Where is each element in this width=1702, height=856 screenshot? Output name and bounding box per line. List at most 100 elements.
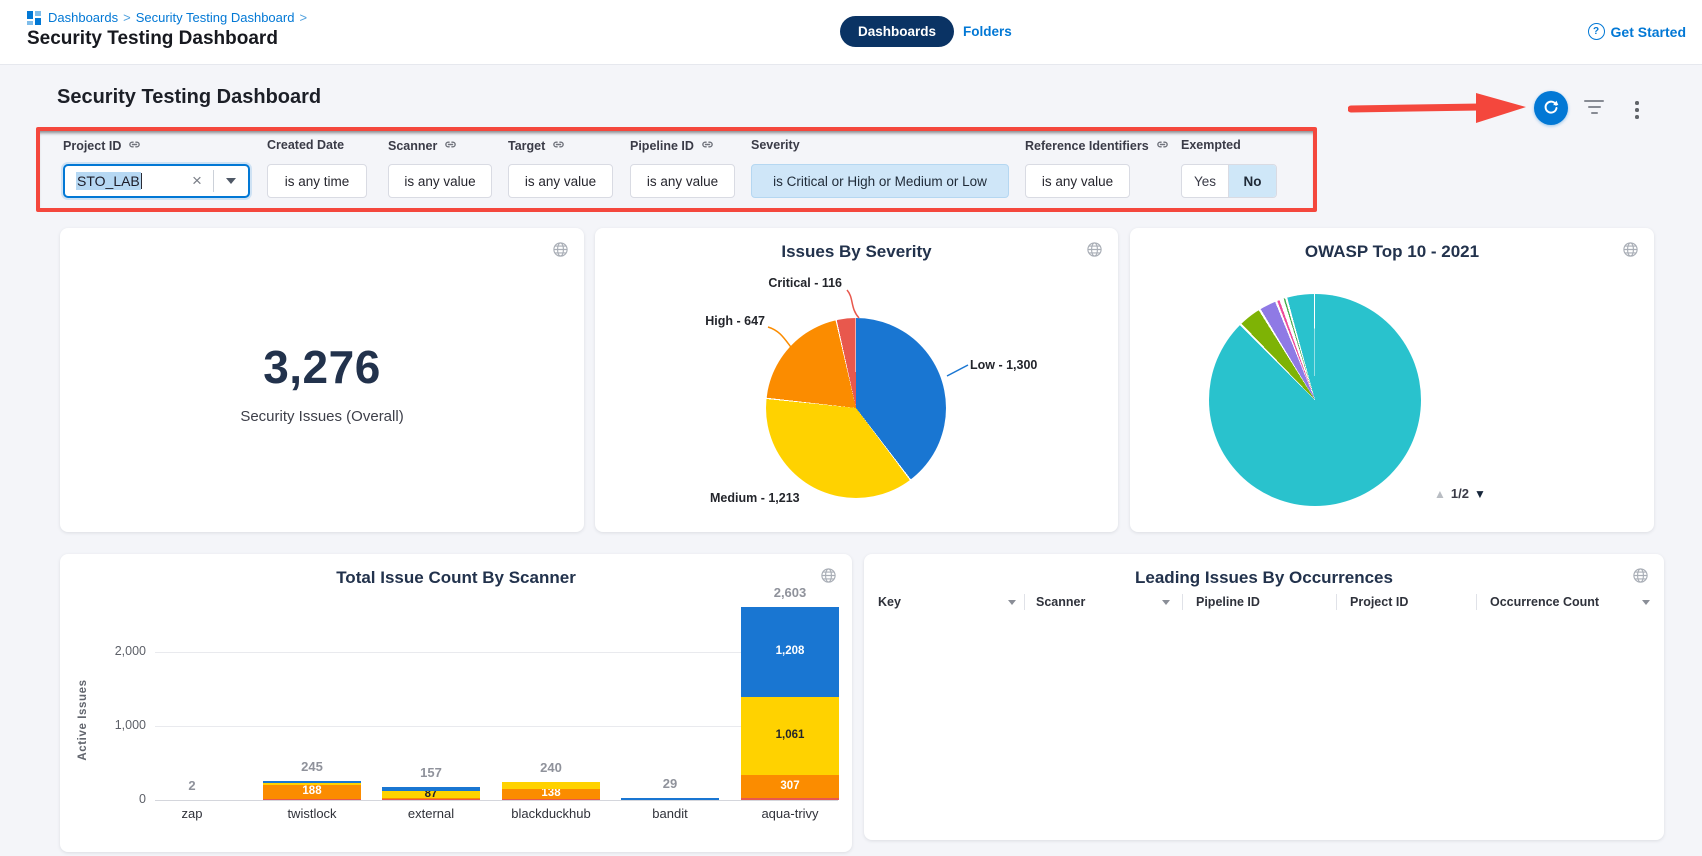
- refresh-button[interactable]: [1534, 91, 1568, 125]
- tile-owasp-top-10: OWASP Top 10 - 2021 ▲ 1/2 ▼: [1130, 228, 1654, 532]
- tab-folders[interactable]: Folders: [963, 24, 1012, 39]
- bar-zap: [143, 799, 241, 800]
- chart-title: OWASP Top 10 - 2021: [1130, 242, 1654, 262]
- exempted-toggle: Yes No: [1181, 164, 1277, 198]
- reference-identifiers-filter-button[interactable]: is any value: [1025, 164, 1130, 198]
- project-id-combobox[interactable]: STO_LAB ×: [63, 164, 250, 198]
- severity-filter-button[interactable]: is Critical or High or Medium or Low: [751, 164, 1009, 198]
- x-axis-category-label: twistlock: [257, 806, 367, 821]
- breadcrumb-current-link[interactable]: Security Testing Dashboard: [136, 10, 295, 25]
- page-up-icon[interactable]: ▲: [1434, 487, 1446, 501]
- bar-segment-critical: [741, 798, 839, 800]
- breadcrumb: Dashboards > Security Testing Dashboard …: [27, 10, 312, 25]
- bar-segment-label: 1,208: [776, 646, 805, 658]
- filter-label-scanner: Scanner: [388, 138, 457, 154]
- pie-label-medium: Medium - 1,213: [710, 491, 800, 505]
- column-header-scanner[interactable]: Scanner: [1036, 595, 1170, 609]
- tile-total-issue-count-by-scanner: Total Issue Count By Scanner Active Issu…: [60, 554, 852, 852]
- column-header-project-id[interactable]: Project ID: [1350, 595, 1468, 609]
- x-axis-category-label: blackduckhub: [496, 806, 606, 821]
- exempted-yes-option[interactable]: Yes: [1182, 165, 1228, 197]
- link-icon: [701, 138, 714, 154]
- get-started-link[interactable]: ? Get Started: [1588, 23, 1686, 40]
- more-options-button[interactable]: [1632, 98, 1642, 122]
- project-id-value: STO_LAB: [76, 172, 141, 190]
- filter-label-created-date: Created Date: [267, 138, 344, 152]
- globe-icon[interactable]: [552, 241, 569, 263]
- kebab-icon: [1635, 101, 1639, 105]
- bar-total-label: 2,603: [735, 585, 845, 600]
- get-started-label: Get Started: [1611, 24, 1686, 40]
- bar-total-label: 157: [376, 765, 486, 780]
- sort-caret-icon: [1162, 600, 1170, 605]
- bar-segment-low: [263, 781, 361, 783]
- bar-segment-medium: [263, 783, 361, 785]
- column-header-pipeline-id[interactable]: Pipeline ID: [1196, 595, 1326, 609]
- created-date-filter-button[interactable]: is any time: [267, 164, 367, 198]
- x-axis-category-label: aqua-trivy: [735, 806, 845, 821]
- help-question-icon: ?: [1588, 23, 1605, 40]
- bar-segment-low: 1,208: [741, 607, 839, 696]
- table-header-row: Key Scanner Pipeline ID Project ID Occur…: [864, 590, 1664, 614]
- filter-label-reference-identifiers: Reference Identifiers: [1025, 138, 1169, 154]
- bar-bandit: [621, 797, 719, 800]
- filter-label-pipeline-id: Pipeline ID: [630, 138, 714, 154]
- dashboards-grid-icon: [27, 11, 41, 25]
- bar-segment-medium: 87: [382, 791, 480, 797]
- filter-label-target: Target: [508, 138, 565, 154]
- annotation-arrow: [1348, 92, 1530, 129]
- bar-segment-low: [621, 798, 719, 800]
- bar-segment-low: [382, 787, 480, 791]
- bar-segment-high: 188: [263, 785, 361, 799]
- sort-caret-icon: [1008, 600, 1016, 605]
- x-axis-category-label: zap: [137, 806, 247, 821]
- filter-lines-icon: [1584, 100, 1604, 102]
- filter-label-severity: Severity: [751, 138, 800, 152]
- bar-external: 87: [382, 787, 480, 800]
- link-icon: [1156, 138, 1169, 154]
- pipeline-id-filter-button[interactable]: is any value: [630, 164, 735, 198]
- bar-segment-label: 138: [541, 788, 560, 800]
- dashboard-title: Security Testing Dashboard: [57, 86, 321, 109]
- sort-caret-icon: [1642, 600, 1650, 605]
- breadcrumb-dashboards-link[interactable]: Dashboards: [48, 10, 118, 25]
- bar-segment-high: 138: [502, 789, 600, 799]
- bar-segment-high: 307: [741, 775, 839, 798]
- dashboard-filters-button[interactable]: [1584, 100, 1604, 118]
- page-title: Security Testing Dashboard: [27, 28, 278, 50]
- refresh-icon: [1542, 99, 1560, 117]
- column-header-occurrence-count[interactable]: Occurrence Count: [1490, 595, 1650, 609]
- tile-leading-issues-by-occurrences: Leading Issues By Occurrences Key Scanne…: [864, 554, 1664, 840]
- tab-dashboards[interactable]: Dashboards: [840, 16, 954, 47]
- bar-twistlock: 188: [263, 781, 361, 800]
- page-down-icon[interactable]: ▼: [1474, 487, 1486, 501]
- link-icon: [444, 138, 457, 154]
- chevron-down-icon[interactable]: [214, 166, 248, 196]
- link-icon: [128, 138, 141, 154]
- x-axis-category-label: bandit: [615, 806, 725, 821]
- chart-title: Issues By Severity: [595, 242, 1118, 262]
- bar-total-label: 240: [496, 760, 606, 775]
- top-bar: Dashboards > Security Testing Dashboard …: [0, 0, 1702, 65]
- bar-blackduckhub: 138: [502, 781, 600, 800]
- breadcrumb-separator: >: [123, 10, 131, 25]
- x-axis-category-label: external: [376, 806, 486, 821]
- pie-label-high: High - 647: [635, 314, 765, 328]
- bar-total-label: 29: [615, 776, 725, 791]
- pie-label-critical: Critical - 116: [690, 276, 842, 290]
- bar-segment-critical: [263, 799, 361, 800]
- filter-label-exempted: Exempted: [1181, 138, 1241, 152]
- breadcrumb-separator: >: [299, 10, 307, 25]
- pie-pagination: ▲ 1/2 ▼: [1434, 486, 1486, 501]
- column-header-key[interactable]: Key: [878, 595, 1016, 609]
- link-icon: [552, 138, 565, 154]
- bar-plot: 2zap188245twistlock87157external138240bl…: [60, 554, 852, 852]
- clear-icon[interactable]: ×: [181, 166, 213, 196]
- bar-segment-medium: 1,061: [741, 697, 839, 776]
- bar-total-label: 2: [137, 778, 247, 793]
- bar-segment-label: 307: [780, 781, 799, 793]
- scanner-filter-button[interactable]: is any value: [388, 164, 492, 198]
- tile-security-issues-overall: 3,276 Security Issues (Overall): [60, 228, 584, 532]
- exempted-no-option[interactable]: No: [1228, 165, 1276, 197]
- target-filter-button[interactable]: is any value: [508, 164, 613, 198]
